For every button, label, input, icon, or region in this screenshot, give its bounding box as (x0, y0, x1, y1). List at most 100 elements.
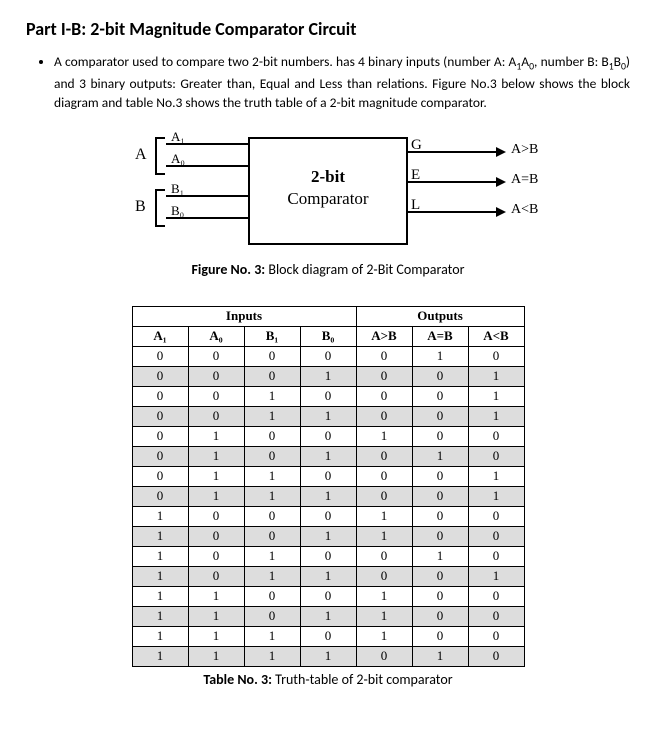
table-cell: 0 (356, 446, 412, 466)
table-cell: 0 (412, 486, 468, 506)
column-header: A₀ (188, 326, 244, 346)
table-cell: 0 (356, 346, 412, 366)
table-caption: Table No. 3: Truth-table of 2-bit compar… (203, 671, 452, 688)
table-cell: 0 (468, 526, 524, 546)
table-cell: 0 (468, 426, 524, 446)
block-diagram: A B A₁ A₀ B₁ B₀ 2-bit Comparator G E L A… (26, 131, 630, 296)
table-cell: 1 (132, 526, 188, 546)
comparator-box: 2-bit Comparator (248, 137, 408, 245)
table-cell: 0 (468, 586, 524, 606)
table-cell: 0 (132, 426, 188, 446)
table-cell: 1 (468, 486, 524, 506)
table-cell: 0 (468, 346, 524, 366)
table-cell: 0 (468, 626, 524, 646)
table-cell: 0 (188, 346, 244, 366)
table-cell: 0 (188, 546, 244, 566)
wire-l (408, 211, 498, 213)
column-header: A>B (356, 326, 412, 346)
table-cell: 0 (412, 426, 468, 446)
column-header: A₁ (132, 326, 188, 346)
column-header: B₀ (300, 326, 356, 346)
table-cell: 0 (300, 626, 356, 646)
table-row: 0101010 (132, 446, 524, 466)
description-text: A comparator used to compare two 2-bit n… (54, 52, 630, 113)
table-row: 0011001 (132, 406, 524, 426)
table-cell: 0 (300, 546, 356, 566)
wire-a0 (166, 165, 248, 167)
table-cell: 1 (132, 546, 188, 566)
outputs-header: Outputs (356, 306, 524, 326)
table-cell: 1 (188, 606, 244, 626)
table-cell: 0 (356, 386, 412, 406)
table-cell: 0 (244, 586, 300, 606)
table-row: 0001001 (132, 366, 524, 386)
table-row: 1010010 (132, 546, 524, 566)
bus-a-label: A (135, 146, 147, 164)
table-cell: 1 (412, 646, 468, 666)
table-cell: 0 (244, 606, 300, 626)
table-row: 0000010 (132, 346, 524, 366)
table-cell: 1 (356, 606, 412, 626)
wire-b1 (166, 195, 248, 197)
table-cell: 1 (244, 386, 300, 406)
table-cell: 1 (356, 506, 412, 526)
table-row: 0010001 (132, 386, 524, 406)
table-cell: 0 (132, 446, 188, 466)
table-cell: 0 (356, 486, 412, 506)
table-cell: 1 (468, 386, 524, 406)
table-cell: 0 (188, 566, 244, 586)
bracket-b (155, 189, 165, 227)
table-cell: 0 (244, 446, 300, 466)
table-cell: 1 (132, 586, 188, 606)
table-cell: 0 (300, 346, 356, 366)
output-eq-label: A=B (511, 172, 538, 188)
table-cell: 1 (468, 566, 524, 586)
table-cell: 1 (132, 506, 188, 526)
table-cell: 1 (188, 466, 244, 486)
table-cell: 0 (468, 446, 524, 466)
table-row: 1110100 (132, 626, 524, 646)
table-cell: 1 (300, 526, 356, 546)
table-cell: 0 (244, 366, 300, 386)
table-cell: 1 (244, 406, 300, 426)
column-header: B₁ (244, 326, 300, 346)
table-row: 1011001 (132, 566, 524, 586)
table-cell: 0 (188, 386, 244, 406)
table-cell: 1 (468, 466, 524, 486)
table-cell: 0 (244, 506, 300, 526)
table-row: 1001100 (132, 526, 524, 546)
bus-b-label: B (135, 198, 146, 216)
arrow-g-icon (496, 147, 506, 157)
column-header: A=B (412, 326, 468, 346)
table-cell: 1 (300, 606, 356, 626)
table-cell: 1 (300, 486, 356, 506)
table-cell: 0 (412, 606, 468, 626)
table-cell: 1 (188, 626, 244, 646)
table-cell: 1 (244, 486, 300, 506)
table-cell: 1 (356, 526, 412, 546)
table-cell: 1 (188, 586, 244, 606)
table-cell: 0 (188, 366, 244, 386)
table-cell: 0 (188, 506, 244, 526)
table-cell: 1 (244, 626, 300, 646)
table-caption-text: Truth-table of 2-bit comparator (272, 671, 453, 688)
table-cell: 0 (244, 346, 300, 366)
table-cell: 1 (132, 646, 188, 666)
box-text-1: 2-bit (250, 167, 406, 187)
table-cell: 0 (300, 466, 356, 486)
description-list: A comparator used to compare two 2-bit n… (26, 52, 630, 113)
table-cell: 0 (132, 386, 188, 406)
table-row: 0100100 (132, 426, 524, 446)
table-cell: 1 (300, 446, 356, 466)
table-cell: 0 (412, 626, 468, 646)
table-cell: 0 (412, 466, 468, 486)
table-cell: 0 (132, 366, 188, 386)
table-cell: 1 (244, 546, 300, 566)
table-cell: 1 (356, 586, 412, 606)
bracket-a (155, 137, 165, 175)
table-cell: 1 (244, 646, 300, 666)
table-cell: 0 (132, 406, 188, 426)
table-cell: 0 (188, 526, 244, 546)
wire-e (408, 181, 498, 183)
column-header-row: A₁A₀B₁B₀A>BA=BA<B (132, 326, 524, 346)
